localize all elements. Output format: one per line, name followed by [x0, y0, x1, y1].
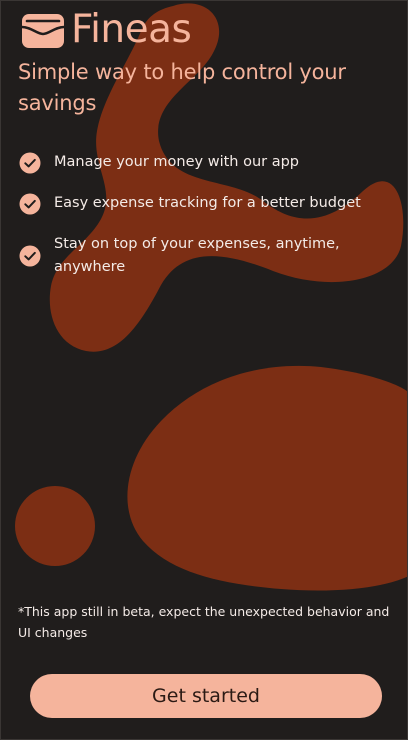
welcome-screen: Fineas Simple way to help control your s…: [0, 0, 408, 740]
app-name: Fineas: [71, 7, 192, 52]
feature-item: Manage your money with our app: [19, 151, 389, 174]
check-circle-icon: [19, 193, 41, 214]
get-started-button[interactable]: Get started: [30, 674, 382, 718]
check-circle-icon: [19, 152, 41, 173]
bottom-blob: [127, 365, 407, 591]
small-blob: [15, 486, 95, 566]
feature-item: Easy expense tracking for a better budge…: [19, 192, 389, 215]
wallet-icon: [21, 14, 65, 48]
feature-item: Stay on top of your expenses, anytime, a…: [19, 233, 389, 279]
check-circle-icon: [19, 245, 41, 267]
top-blob: [49, 3, 404, 352]
brand: Fineas: [21, 7, 192, 52]
tagline: Simple way to help control your savings: [18, 60, 346, 115]
feature-text: Easy expense tracking for a better budge…: [54, 195, 361, 211]
feature-text: Manage your money with our app: [54, 154, 300, 170]
beta-disclaimer: *This app still in beta, expect the unex…: [18, 604, 390, 640]
feature-text: Stay on top of your expenses, anytime, a…: [54, 236, 340, 275]
